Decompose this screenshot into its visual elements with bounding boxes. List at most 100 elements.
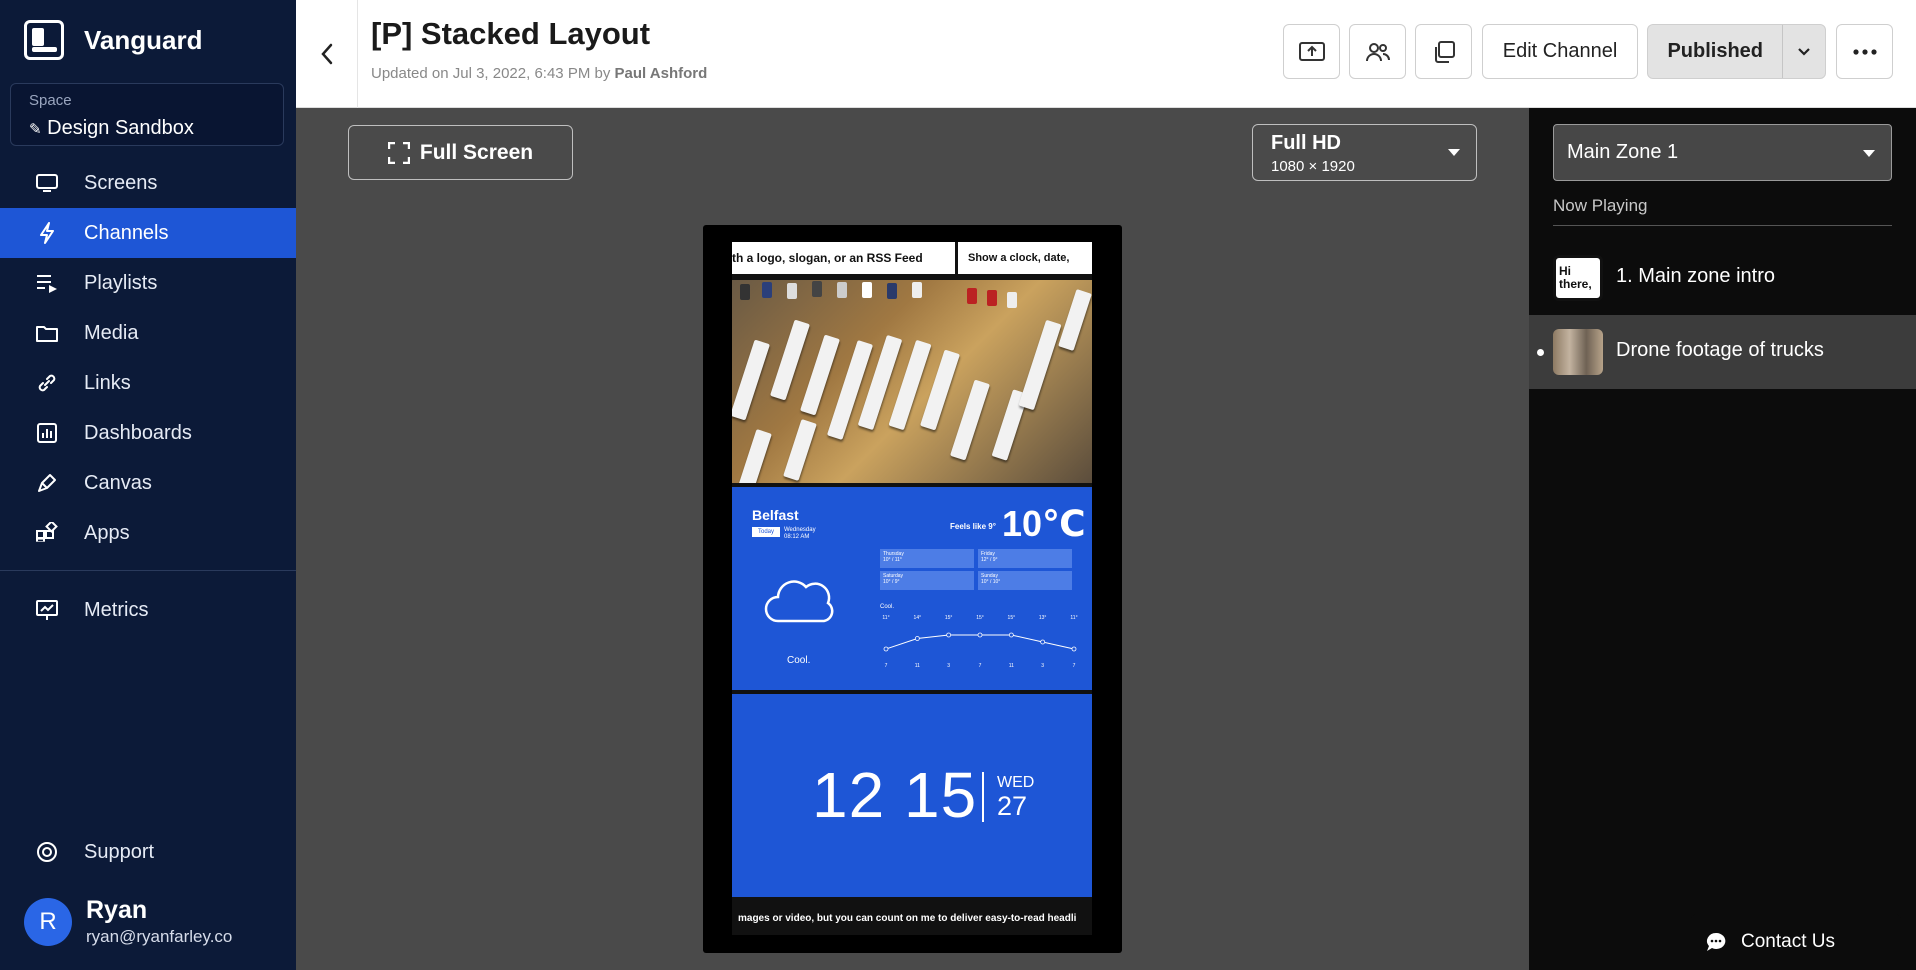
zone-select[interactable]: Main Zone 1 bbox=[1553, 124, 1892, 181]
nav-label: Metrics bbox=[84, 598, 149, 621]
now-playing-label: Now Playing bbox=[1553, 196, 1648, 215]
truck-shape bbox=[1018, 319, 1062, 411]
nav-divider bbox=[0, 570, 296, 571]
more-horizontal-icon bbox=[1852, 48, 1877, 55]
truck-shape bbox=[920, 349, 960, 431]
nav-item-apps[interactable]: Apps bbox=[0, 508, 296, 558]
share-button[interactable] bbox=[1349, 24, 1406, 79]
nav-item-dashboards[interactable]: Dashboards bbox=[0, 408, 296, 458]
chevron-left-icon bbox=[320, 43, 332, 65]
car-shape bbox=[967, 288, 977, 304]
item-title: Drone footage of trucks bbox=[1616, 339, 1824, 361]
weather-date: Wednesday 08:12 AM bbox=[784, 527, 816, 541]
edit-channel-button[interactable]: Edit Channel bbox=[1482, 24, 1638, 79]
nav-item-metrics[interactable]: Metrics bbox=[0, 585, 296, 635]
forecast-range: 12° / 9° bbox=[981, 557, 998, 563]
avatar: R bbox=[24, 897, 72, 946]
chat-icon bbox=[1707, 932, 1726, 951]
nav-item-playlists[interactable]: Playlists bbox=[0, 258, 296, 308]
car-shape bbox=[912, 282, 922, 298]
users-icon bbox=[1365, 42, 1390, 61]
car-shape bbox=[762, 282, 772, 298]
forecast-range: 10° / 11° bbox=[883, 557, 902, 563]
clock-separator bbox=[982, 772, 984, 822]
hourly-temp-point bbox=[1008, 632, 1014, 638]
preview-area: Full Screen Full HD 1080 × 1920 th a log… bbox=[296, 108, 1529, 970]
weather-zone: Belfast Today Wednesday 08:12 AM Feels l… bbox=[732, 487, 1092, 690]
brand[interactable]: Vanguard bbox=[24, 20, 202, 60]
sidebar: Vanguard Space ✎ Design Sandbox Screens … bbox=[0, 0, 296, 970]
hourly-time-label: 11 bbox=[1009, 663, 1014, 669]
channel-header: [P] Stacked Layout Updated on Jul 3, 202… bbox=[296, 0, 1916, 108]
hourly-temp-point bbox=[883, 646, 889, 652]
nav-item-screens[interactable]: Screens bbox=[0, 158, 296, 208]
space-name-text: Design Sandbox bbox=[47, 117, 194, 139]
nav-label: Channels bbox=[84, 221, 169, 244]
nav-item-links[interactable]: Links bbox=[0, 358, 296, 408]
truck-shape bbox=[732, 339, 770, 421]
car-shape bbox=[837, 282, 847, 298]
forecast-card: Saturday 10° / 9° bbox=[880, 571, 974, 590]
nav-label: Media bbox=[84, 321, 139, 344]
published-button[interactable]: Published bbox=[1648, 25, 1784, 78]
hourly-temp-label: 15° bbox=[945, 615, 953, 621]
published-split-button: Published bbox=[1647, 24, 1826, 79]
upload-icon bbox=[1298, 41, 1325, 61]
user-profile[interactable]: R Ryan ryan@ryanfarley.co bbox=[24, 896, 232, 947]
monitor-icon bbox=[35, 171, 59, 195]
hourly-time-label: 7 bbox=[1073, 663, 1076, 669]
nav-item-canvas[interactable]: Canvas bbox=[0, 458, 296, 508]
hourly-temp-point bbox=[946, 632, 952, 638]
publish-screen-button[interactable] bbox=[1283, 24, 1340, 79]
contact-us-label: Contact Us bbox=[1741, 931, 1835, 952]
weather-today-badge: Today bbox=[752, 527, 781, 537]
hourly-temp-chart: 11° 7 14° 11 15° 3 15° 7 15° 11 13° 3 11° 7 bbox=[882, 615, 1077, 669]
duplicate-button[interactable] bbox=[1415, 24, 1472, 79]
nav-support-group: Support bbox=[0, 827, 296, 877]
nav-item-channels[interactable]: Channels bbox=[0, 208, 296, 258]
car-shape bbox=[812, 281, 822, 297]
hourly-temp-point bbox=[1071, 646, 1077, 652]
car-shape bbox=[787, 283, 797, 299]
link-icon bbox=[35, 371, 59, 395]
weather-weekday: Wednesday bbox=[784, 527, 816, 533]
updated-info: Updated on Jul 3, 2022, 6:43 PM by Paul … bbox=[371, 65, 707, 82]
lifebuoy-icon bbox=[35, 840, 59, 864]
forecast-range: 10° / 10° bbox=[981, 579, 1001, 585]
now-playing-indicator bbox=[1537, 349, 1544, 356]
truck-shape bbox=[1058, 288, 1092, 352]
playlist-item[interactable]: Hi there, 1. Main zone intro bbox=[1529, 241, 1916, 315]
truck-shape bbox=[738, 428, 772, 483]
contact-us-button[interactable]: Contact Us bbox=[1691, 914, 1901, 970]
nav-label: Playlists bbox=[84, 271, 158, 294]
car-shape bbox=[987, 290, 997, 306]
resolution-select[interactable]: Full HD 1080 × 1920 bbox=[1252, 124, 1477, 181]
car-shape bbox=[740, 284, 750, 300]
ticker-right: Show a clock, date, bbox=[958, 242, 1092, 274]
copy-icon bbox=[1434, 40, 1455, 63]
playlist-item-active[interactable]: Drone footage of trucks bbox=[1529, 315, 1916, 389]
full-screen-button[interactable]: Full Screen bbox=[348, 125, 573, 180]
lightning-icon bbox=[35, 221, 59, 245]
nav-item-media[interactable]: Media bbox=[0, 308, 296, 358]
primary-nav: Screens Channels Playlists Media Links D… bbox=[0, 158, 296, 558]
more-options-button[interactable] bbox=[1836, 24, 1893, 79]
truck-shape bbox=[783, 418, 817, 482]
nav-item-support[interactable]: Support bbox=[0, 827, 296, 877]
hourly-temp-label: 11° bbox=[882, 615, 889, 621]
brush-icon: ✎ bbox=[29, 121, 42, 138]
clock-time: 12 15 bbox=[812, 759, 978, 831]
space-selector[interactable]: Space ✎ Design Sandbox bbox=[10, 83, 284, 146]
playlist-icon bbox=[35, 271, 59, 295]
hourly-temp-label: 15° bbox=[976, 615, 984, 621]
car-shape bbox=[1007, 292, 1017, 308]
truck-shape bbox=[800, 334, 840, 416]
user-email: ryan@ryanfarley.co bbox=[86, 927, 233, 946]
forecast-range: 10° / 9° bbox=[883, 579, 900, 585]
back-button[interactable] bbox=[296, 0, 358, 108]
publish-options-button[interactable] bbox=[1783, 25, 1825, 78]
item-thumbnail bbox=[1553, 329, 1603, 375]
dashboard-icon bbox=[35, 421, 59, 445]
fullscreen-icon bbox=[387, 141, 410, 164]
full-screen-label: Full Screen bbox=[419, 140, 534, 164]
